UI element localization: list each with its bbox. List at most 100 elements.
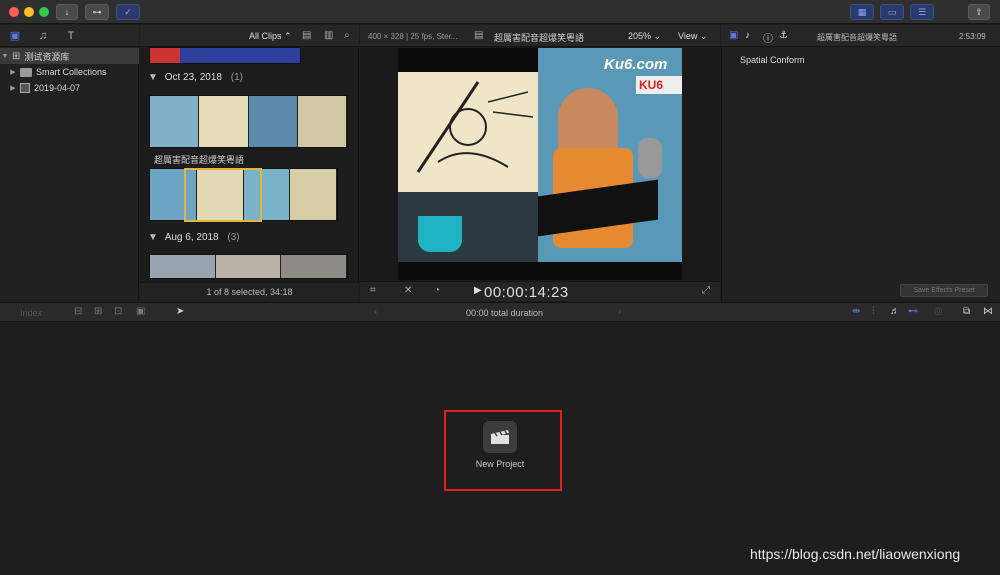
timeline-toggle-button[interactable]: ▭	[880, 4, 904, 20]
share-inspector-icon[interactable]: ⚓	[779, 30, 788, 41]
title-bar: ↓ ⊶ ✓ ▦ ▭ ☰ ⇪	[0, 0, 1000, 24]
headphones-icon[interactable]: ♬	[890, 306, 900, 317]
sidebar-item-label: Smart Collections	[36, 67, 107, 77]
inspector-toggle-button[interactable]: ☰	[910, 4, 934, 20]
clip-appearance-icon[interactable]: ⧉	[963, 306, 970, 317]
share-icon: ⇪	[975, 6, 983, 17]
new-project-button[interactable]	[483, 421, 517, 453]
zoom-dropdown[interactable]: 205% ⌄	[628, 31, 661, 42]
snapping-icon[interactable]: ⊷	[908, 306, 918, 317]
folder-icon	[20, 67, 32, 77]
video-logo: Ku6.com	[604, 56, 668, 73]
filmstrip-icon[interactable]: ▥	[324, 30, 333, 41]
sidebar-tabs: ▣ ♫ T	[0, 25, 139, 47]
event-group-header[interactable]: ▼ Oct 23, 2018 (1)	[148, 72, 243, 83]
inspector-title: 超厲害配音超爆笑粵語	[817, 33, 897, 42]
clip-filmstrip[interactable]	[149, 95, 348, 148]
solo-icon[interactable]: ◎	[934, 306, 943, 317]
clip-thumbnail[interactable]	[149, 47, 301, 64]
viewer-toolbar: 400 × 328 | 25 fps, Ster... ▤ 超厲害配音超爆笑粵語…	[360, 25, 720, 47]
titles-generators-tab-icon[interactable]: T	[64, 29, 78, 43]
grid-icon: ▦	[857, 6, 867, 17]
sidebar-item-event[interactable]: ▶ 2019-04-07	[0, 80, 139, 96]
view-menu[interactable]: View ⌄	[678, 31, 707, 42]
clapperboard-icon	[491, 430, 509, 444]
timeline-icon: ▭	[887, 6, 897, 17]
select-tool-icon[interactable]: ➤	[176, 306, 184, 317]
clip-appearance-icon[interactable]: ▤	[302, 30, 311, 41]
video-badge: KU6	[636, 76, 682, 94]
browser-toggle-button[interactable]: ▦	[850, 4, 874, 20]
timeline-area: New Project https://blog.csdn.net/liaowe…	[0, 322, 1000, 575]
audio-skimming-icon[interactable]: ⫶	[872, 306, 875, 317]
prev-edit-icon[interactable]: ‹	[374, 306, 377, 317]
clip-filmstrip[interactable]	[149, 254, 348, 279]
insert-clip-icon[interactable]: ⊞	[94, 306, 102, 317]
format-info: 400 × 328 | 25 fps, Ster...	[368, 32, 458, 41]
close-window-button[interactable]	[9, 7, 19, 17]
zoom-window-button[interactable]	[39, 7, 49, 17]
key-icon: ⊶	[92, 6, 102, 17]
disclosure-triangle-icon[interactable]: ▶	[8, 84, 18, 92]
crop-icon[interactable]: ⌗	[370, 285, 376, 296]
list-icon[interactable]: ▤	[474, 30, 483, 41]
index-button[interactable]: Index	[20, 308, 42, 318]
inspector-toolbar: ▣ ♪ ⓘ ⚓ 超厲害配音超爆笑粵語 2:53:09	[721, 25, 1000, 47]
browser-toolbar: All Clips ⌃ ▤ ▥ ⌕	[140, 25, 359, 47]
clip-title: 超厲害配音超爆笑粵語	[154, 155, 245, 165]
timecode: 00:00:14:23	[484, 284, 569, 301]
chevron-updown-icon: ⌃	[284, 31, 292, 41]
audio-inspector-icon[interactable]: ♪	[745, 30, 750, 41]
sidebar-item-label: 2019-04-07	[34, 83, 81, 93]
disclosure-triangle-icon[interactable]: ▼	[148, 232, 158, 243]
clip-filter-label: All Clips	[249, 31, 282, 41]
overwrite-clip-icon[interactable]: ▣	[136, 306, 145, 317]
keywords-button[interactable]: ⊶	[85, 4, 109, 20]
effects-browser-icon[interactable]: ⋈	[983, 306, 993, 317]
library-icon: ⊞	[12, 50, 21, 62]
disclosure-triangle-icon[interactable]: ▼	[148, 72, 158, 83]
comic-panel	[398, 72, 538, 192]
selected-range-box[interactable]	[184, 168, 262, 222]
share-button[interactable]: ⇪	[968, 4, 990, 20]
fullscreen-icon[interactable]: ⤢	[702, 285, 710, 296]
libraries-tab-icon[interactable]: ▣	[8, 29, 22, 43]
search-icon[interactable]: ⌕	[344, 30, 350, 41]
inspector-panel: Spatial Conform Save Effects Preset	[721, 47, 1000, 301]
group-count: (1)	[230, 72, 243, 83]
download-arrow-icon: ↓	[64, 7, 70, 17]
sidebar-item-smart-collections[interactable]: ▶ Smart Collections	[0, 64, 139, 80]
video-frame[interactable]: Ku6.com KU6	[398, 48, 682, 280]
connect-clip-icon[interactable]: ⊡	[114, 306, 122, 317]
bucket	[418, 216, 462, 252]
viewer-title: 超厲害配音超爆笑粵語	[494, 33, 585, 43]
chevron-down-icon: ⌄	[699, 31, 708, 41]
clip-filter-dropdown[interactable]: All Clips ⌃	[249, 31, 292, 42]
minimize-window-button[interactable]	[24, 7, 34, 17]
total-duration: 00:00 total duration	[466, 308, 544, 318]
event-group-header[interactable]: ▼ Aug 6, 2018 (3)	[148, 232, 240, 243]
photos-audio-tab-icon[interactable]: ♫	[36, 29, 50, 43]
comic-drawing	[416, 81, 534, 173]
video-inspector-icon[interactable]: ▣	[729, 30, 738, 41]
spatial-conform-section[interactable]: Spatial Conform	[740, 55, 805, 65]
check-circle-icon: ✓	[124, 6, 132, 17]
sidebar-item-library[interactable]: ▼ ⊞ 测试资源库	[0, 48, 139, 64]
group-date: Aug 6, 2018	[164, 232, 219, 243]
next-edit-icon[interactable]: ›	[618, 306, 621, 317]
watermark: https://blog.csdn.net/liaowenxiong	[750, 546, 961, 562]
speed-icon[interactable]: ◔	[434, 285, 440, 296]
play-icon[interactable]: ▶	[474, 285, 482, 296]
sliders-icon: ☰	[917, 6, 927, 17]
background-tasks-button[interactable]: ✓	[116, 4, 140, 20]
import-button[interactable]: ↓	[56, 4, 78, 20]
chevron-down-icon: ⌄	[653, 31, 662, 41]
sidebar-item-label: 测试资源库	[24, 51, 70, 62]
info-icon[interactable]: ⓘ	[763, 30, 773, 45]
save-effects-preset-button[interactable]: Save Effects Preset	[900, 284, 988, 297]
skimming-icon[interactable]: ⇹	[852, 306, 860, 317]
disclosure-triangle-icon[interactable]: ▼	[0, 53, 10, 60]
transform-icon[interactable]: ✕	[404, 285, 412, 296]
disclosure-triangle-icon[interactable]: ▶	[8, 68, 18, 76]
append-clip-icon[interactable]: ⊟	[74, 306, 82, 317]
